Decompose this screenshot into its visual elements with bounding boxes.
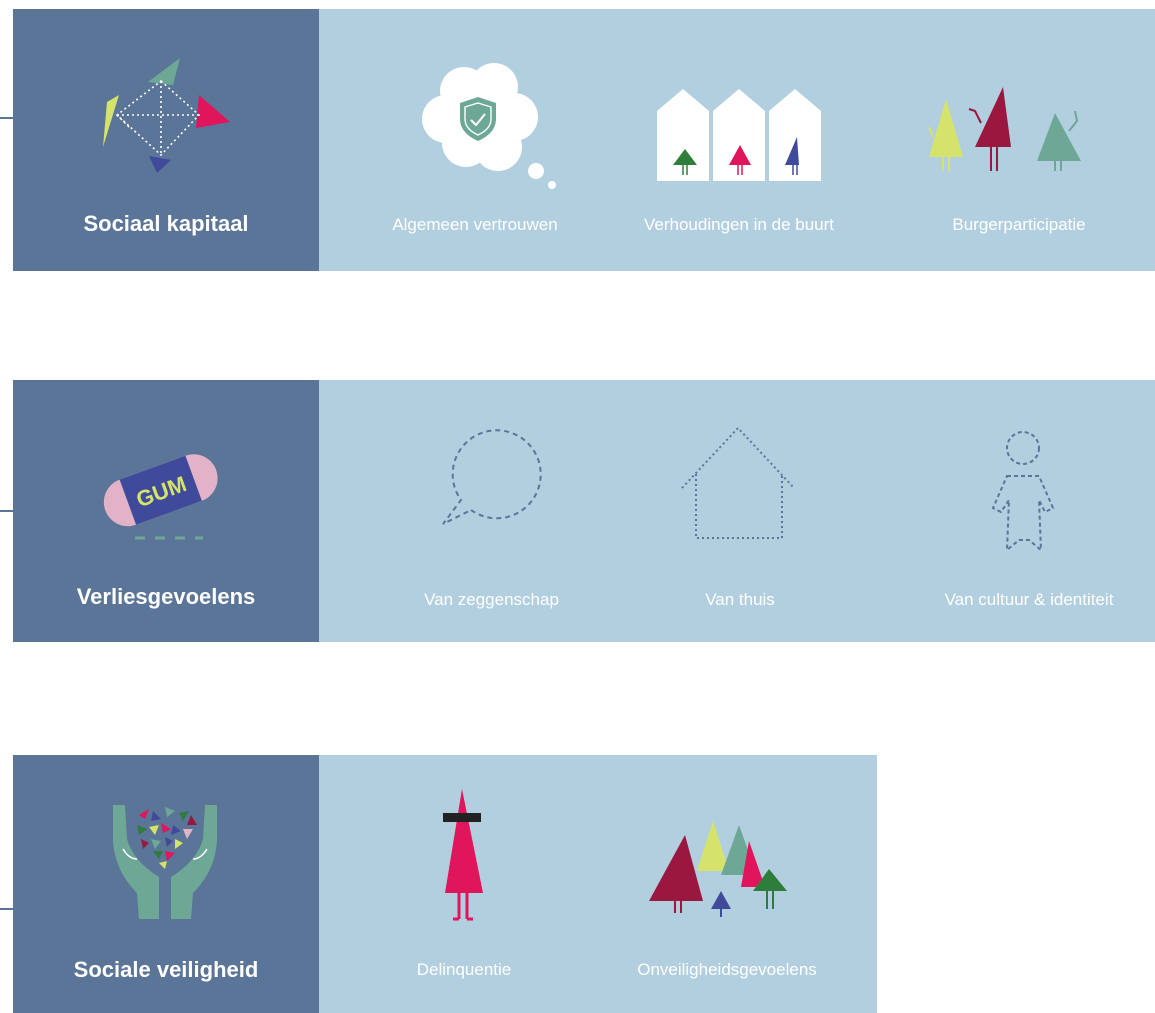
section-title: Sociaal kapitaal <box>83 211 249 236</box>
speech-bubble-icon <box>442 429 542 525</box>
item-label: Delinquentie <box>416 960 512 979</box>
section-header-sociale-veiligheid: Sociale veiligheid <box>13 755 319 1013</box>
item-van-zeggenschap: Van zeggenschap <box>369 380 614 642</box>
item-algemeen-vertrouwen: Algemeen vertrouwen <box>369 9 581 271</box>
item-van-thuis: Van thuis <box>624 380 856 642</box>
item-delinquentie: Delinquentie <box>359 755 569 1013</box>
section-panel-verliesgevoelens: Van zeggenschap Van thuis Van cultuur & … <box>319 380 1155 642</box>
connector-line <box>0 117 14 119</box>
item-label: Verhoudingen in de buurt <box>644 215 834 234</box>
item-label: Van cultuur & identiteit <box>944 590 1114 609</box>
masked-figure-icon <box>443 789 483 921</box>
item-label: Van zeggenschap <box>424 590 559 609</box>
item-verhoudingen-in-de-buurt: Verhoudingen in de buurt <box>619 9 859 271</box>
crystal-icon <box>103 58 230 173</box>
connector-line <box>0 908 14 910</box>
section-header-verliesgevoelens: GUM Verliesgevoelens <box>13 380 319 642</box>
section-title: Verliesgevoelens <box>76 584 256 609</box>
citizens-icon <box>928 87 1081 171</box>
connector-line <box>0 510 14 512</box>
hands-icon <box>113 805 217 919</box>
item-label: Onveiligheidsgevoelens <box>637 960 817 979</box>
section-panel-sociale-veiligheid: Delinquentie Onveiligheidsgevoelens <box>319 755 877 1013</box>
neighborhood-houses-icon <box>657 89 821 181</box>
section-header-sociaal-kapitaal: Sociaal kapitaal <box>13 9 319 271</box>
crowd-icon <box>649 821 787 917</box>
section-panel-sociaal-kapitaal: Algemeen vertrouwen Verhoudingen in de b… <box>319 9 1155 271</box>
house-outline-icon <box>681 426 795 539</box>
section-title: Sociale veiligheid <box>73 957 259 982</box>
person-outline-icon <box>991 431 1055 553</box>
eraser-icon: GUM <box>103 454 218 540</box>
item-label: Algemeen vertrouwen <box>392 215 558 234</box>
item-burgerparticipatie: Burgerparticipatie <box>899 9 1139 271</box>
trust-cloud-icon <box>422 63 556 189</box>
item-label: Van thuis <box>705 590 775 609</box>
item-label: Burgerparticipatie <box>952 215 1086 234</box>
item-onveiligheidsgevoelens: Onveiligheidsgevoelens <box>619 755 835 1013</box>
item-van-cultuur-identiteit: Van cultuur & identiteit <box>899 380 1155 642</box>
